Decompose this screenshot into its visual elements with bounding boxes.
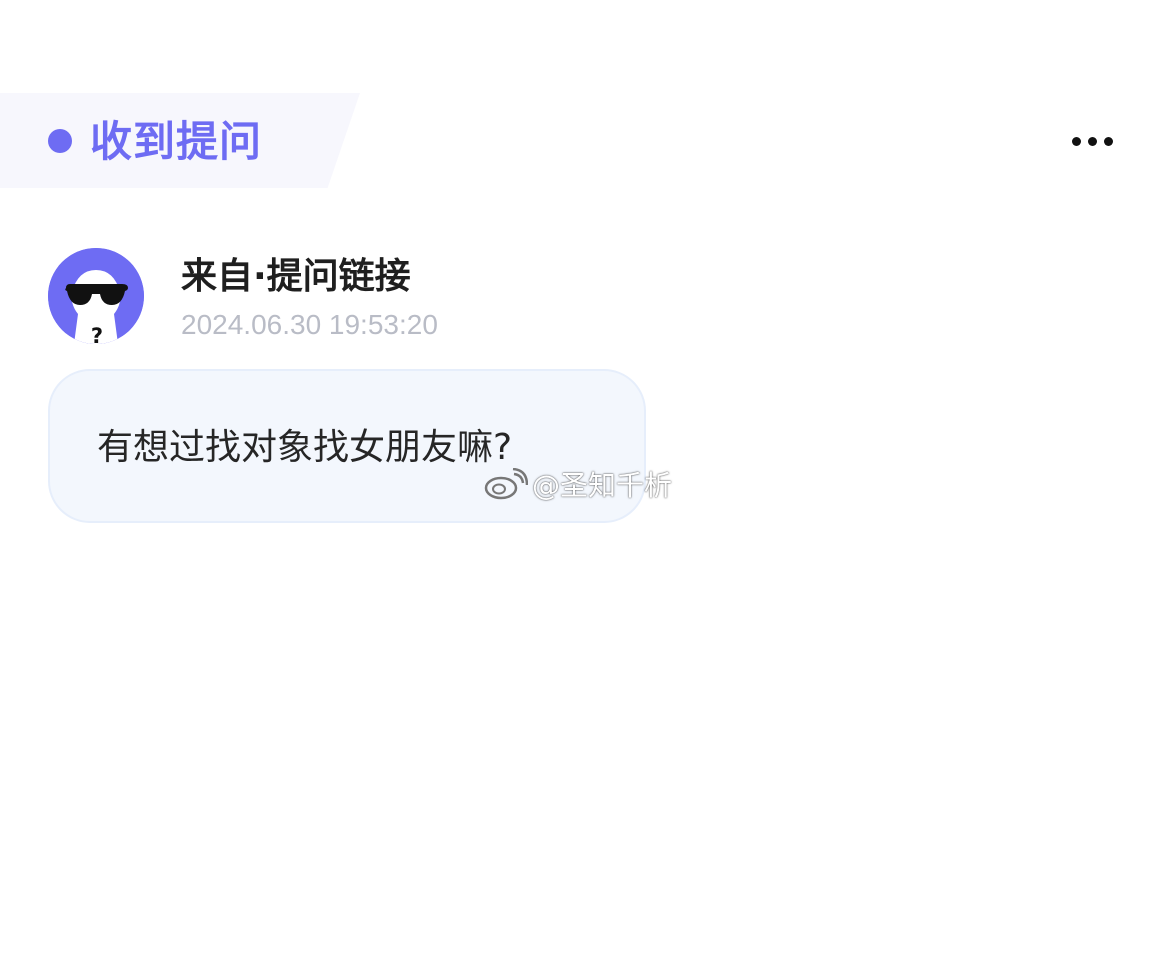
sender-name: 来自·提问链接	[181, 256, 411, 297]
page-title: 收到提问	[90, 117, 263, 166]
more-dot	[1088, 137, 1097, 146]
anonymous-sunglasses-avatar-icon: ?	[48, 248, 144, 344]
more-dot	[1104, 137, 1113, 146]
avatar[interactable]: ?	[48, 248, 144, 344]
message-timestamp: 2024.06.30 19:53:20	[181, 309, 438, 340]
dot-icon	[48, 129, 72, 153]
more-options-button[interactable]	[1066, 124, 1120, 158]
question-text: 有想过找对象找女朋友嘛?	[97, 427, 513, 468]
watermark-text: @圣知千析	[532, 469, 673, 502]
watermark: @圣知千析	[484, 464, 672, 504]
svg-text:?: ?	[91, 324, 103, 344]
more-dot	[1072, 137, 1081, 146]
weibo-logo-icon	[484, 468, 528, 500]
